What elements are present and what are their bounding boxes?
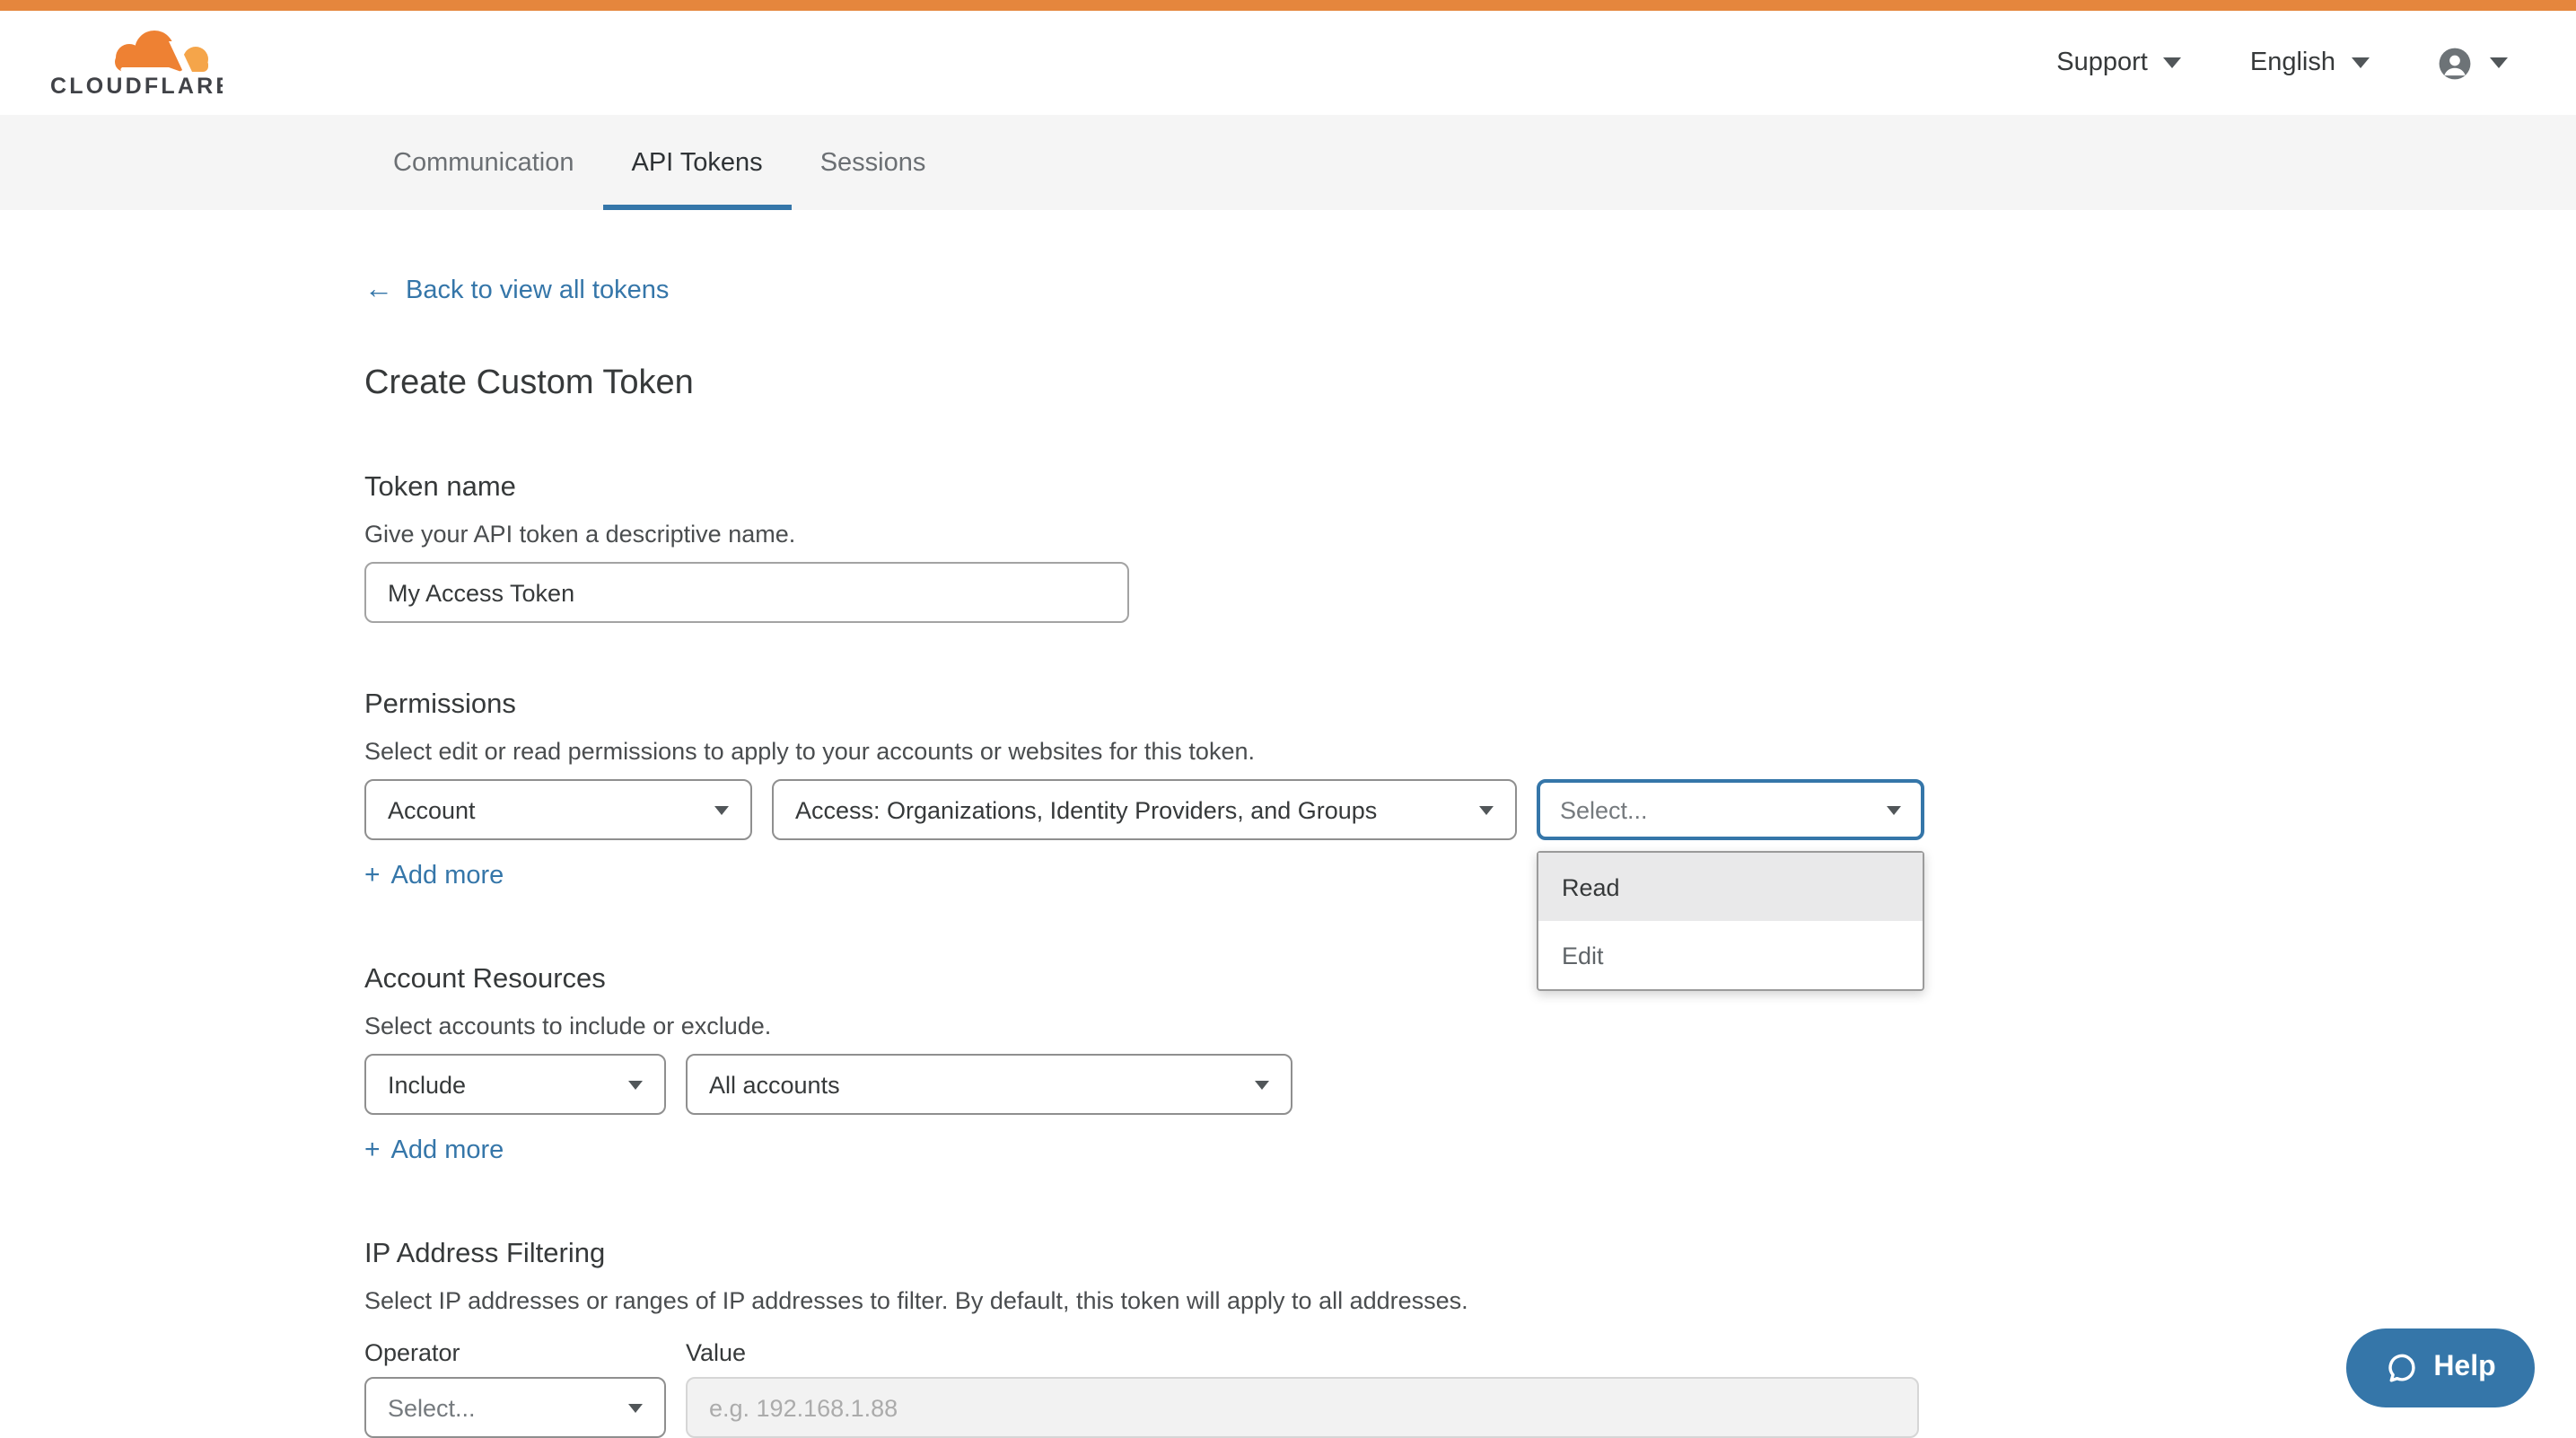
header: CLOUDFLARE Support English (0, 11, 2576, 115)
permissions-add-more-button[interactable]: + Add more (364, 860, 504, 890)
account-resources-description: Select accounts to include or exclude. (364, 1013, 2576, 1039)
permission-group-value: Access: Organizations, Identity Provider… (795, 796, 1377, 823)
chat-bubble-icon (2385, 1352, 2417, 1384)
permission-scope-select[interactable]: Account (364, 779, 752, 840)
help-button[interactable]: Help (2346, 1328, 2535, 1407)
main-content: ← Back to view all tokens Create Custom … (0, 210, 2576, 1438)
account-resources-row: Include All accounts (364, 1054, 2576, 1115)
tab-label: Communication (393, 148, 574, 177)
chevron-down-icon (714, 805, 729, 814)
permissions-description: Select edit or read permissions to apply… (364, 738, 2576, 765)
ip-operator-select[interactable]: Select... (364, 1377, 666, 1438)
resource-mode-value: Include (388, 1071, 466, 1098)
tab-label: API Tokens (632, 148, 763, 177)
language-label: English (2250, 48, 2335, 77)
tab-label: Sessions (820, 148, 926, 177)
menu-option-read[interactable]: Read (1538, 853, 1923, 921)
support-label: Support (2056, 48, 2148, 77)
chevron-down-icon (628, 1403, 643, 1412)
top-accent-bar (0, 0, 2576, 11)
operator-label: Operator (364, 1339, 666, 1366)
permission-level-select-wrap: Select... Read Edit (1537, 779, 1924, 840)
cloudflare-logo[interactable]: CLOUDFLARE (50, 27, 223, 99)
language-menu[interactable]: English (2250, 48, 2370, 77)
header-right: Support English (2056, 46, 2508, 80)
back-link-label: Back to view all tokens (406, 276, 669, 305)
resource-mode-select[interactable]: Include (364, 1054, 666, 1115)
chevron-down-icon (628, 1080, 643, 1089)
chevron-down-icon (1479, 805, 1494, 814)
permission-level-menu: Read Edit (1537, 851, 1924, 991)
plus-icon: + (364, 860, 381, 890)
chevron-down-icon (1887, 805, 1901, 814)
profile-tabbar: Communication API Tokens Sessions (0, 115, 2576, 210)
tab-api-tokens[interactable]: API Tokens (603, 115, 792, 210)
page-title: Create Custom Token (364, 364, 2576, 404)
plus-icon: + (364, 1135, 381, 1165)
chevron-down-icon (2490, 57, 2508, 68)
permission-group-select[interactable]: Access: Organizations, Identity Provider… (772, 779, 1517, 840)
add-more-label: Add more (391, 861, 504, 890)
token-name-input[interactable] (364, 562, 1129, 623)
permission-level-placeholder: Select... (1560, 796, 1648, 823)
ip-operator-placeholder: Select... (388, 1394, 476, 1421)
token-name-heading: Token name (364, 472, 2576, 504)
help-button-label: Help (2433, 1352, 2495, 1384)
permission-level-select[interactable]: Select... (1537, 779, 1924, 840)
chevron-down-icon (2352, 57, 2370, 68)
permissions-row: Account Access: Organizations, Identity … (364, 779, 2576, 840)
svg-text:CLOUDFLARE: CLOUDFLARE (50, 74, 223, 99)
support-menu[interactable]: Support (2056, 48, 2182, 77)
ip-filtering-labels: Operator Value (364, 1339, 2576, 1366)
permission-scope-value: Account (388, 796, 476, 823)
token-name-description: Give your API token a descriptive name. (364, 521, 2576, 548)
account-resources-add-more-button[interactable]: + Add more (364, 1135, 504, 1165)
add-more-label: Add more (391, 1135, 504, 1164)
chevron-down-icon (1255, 1080, 1269, 1089)
cloudflare-logo-icon: CLOUDFLARE (50, 27, 223, 99)
account-menu[interactable] (2438, 46, 2508, 80)
tab-sessions[interactable]: Sessions (792, 115, 955, 210)
ip-filtering-heading: IP Address Filtering (364, 1239, 2576, 1271)
app-viewport: CLOUDFLARE Support English (0, 0, 2576, 1431)
ip-value-input[interactable] (686, 1377, 1919, 1438)
value-label: Value (686, 1339, 1919, 1366)
menu-option-edit[interactable]: Edit (1538, 921, 1923, 989)
back-to-tokens-link[interactable]: ← Back to view all tokens (364, 276, 669, 305)
account-resources-heading: Account Resources (364, 964, 2576, 996)
ip-filtering-description: Select IP addresses or ranges of IP addr… (364, 1287, 2576, 1314)
resource-accounts-value: All accounts (709, 1071, 840, 1098)
back-arrow-icon: ← (364, 276, 393, 305)
chevron-down-icon (2164, 57, 2182, 68)
resource-accounts-select[interactable]: All accounts (686, 1054, 1292, 1115)
user-avatar-icon (2438, 46, 2472, 80)
ip-filtering-row: Select... (364, 1377, 2576, 1438)
tab-communication[interactable]: Communication (364, 115, 603, 210)
permissions-heading: Permissions (364, 689, 2576, 722)
